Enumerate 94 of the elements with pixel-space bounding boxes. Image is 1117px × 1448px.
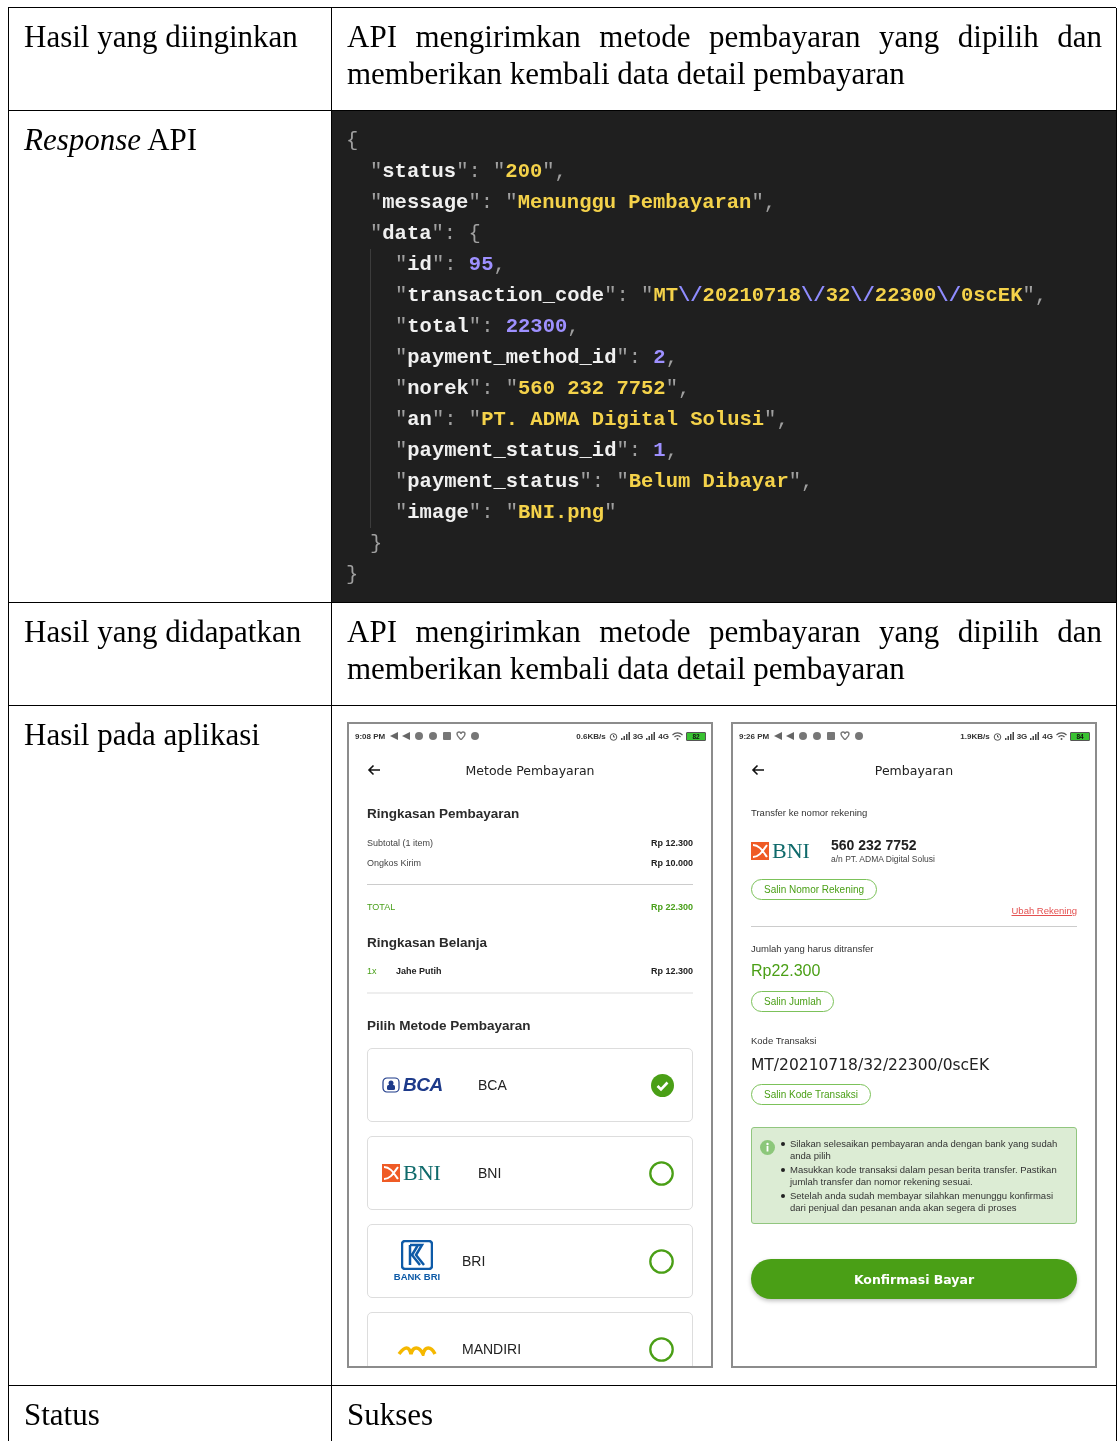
code-line: "payment_status_id": 1, <box>395 438 679 464</box>
network-label: 4G <box>658 731 669 741</box>
amount-value: Rp22.300 <box>751 961 822 981</box>
row-label: Hasil yang didapatkan <box>24 614 302 649</box>
payment-method-card[interactable]: BNI BNI <box>367 1136 693 1210</box>
code-line: "an": "PT. ADMA Digital Solusi", <box>395 407 790 433</box>
method-name: BRI <box>461 1252 487 1270</box>
code-line: } <box>346 562 360 588</box>
code-line: "norek": "560 232 7752", <box>395 376 692 402</box>
code-line: "data": { <box>370 221 482 247</box>
row-label: Response API <box>24 122 198 157</box>
bank-logo-text: BNI <box>772 838 810 864</box>
total-amount: Rp 22.300 <box>650 901 693 914</box>
signal-icon <box>620 732 630 740</box>
status-time: 9:26 PM <box>739 731 770 741</box>
row-text: Sukses <box>347 1396 435 1433</box>
status-time: 9:08 PM <box>355 731 386 741</box>
bank-emblem-icon <box>382 1077 400 1093</box>
account-name: a/n PT. ADMA Digital Solusi <box>831 854 935 865</box>
field-label: Jumlah yang harus ditransfer <box>751 942 875 956</box>
account-number: 560 232 7752 <box>831 837 918 855</box>
total-label: TOTAL <box>367 901 396 914</box>
item-price: Rp 12.300 <box>650 965 693 978</box>
summary-label: Subtotal (1 item) <box>367 837 434 850</box>
transaction-code: MT/20210718/32/22300/0scEK <box>751 1055 991 1076</box>
radio-button[interactable] <box>649 1248 674 1274</box>
payment-method-card[interactable]: MANDIRI <box>367 1312 693 1366</box>
code-line: "total": 22300, <box>395 314 581 340</box>
wifi-icon <box>1056 732 1067 740</box>
method-name: BCA <box>477 1076 508 1094</box>
payment-method-card[interactable]: BANK BRI BRI <box>367 1224 693 1298</box>
code-line: "payment_method_id": 2, <box>395 345 679 371</box>
signal-icon <box>1004 732 1014 740</box>
payment-method-card[interactable]: BCA BCA <box>367 1048 693 1122</box>
item-name: Jahe Putih <box>396 965 443 978</box>
network-speed: 0.6KB/s <box>576 731 606 741</box>
code-line: "status": "200", <box>370 159 568 185</box>
alarm-icon <box>992 731 1002 741</box>
bank-emblem-icon <box>382 1164 400 1182</box>
network-label: 3G <box>632 731 644 741</box>
bullet-icon <box>781 1194 785 1198</box>
code-line: "id": 95, <box>395 252 507 278</box>
section-title: Pilih Metode Pembayaran <box>367 1017 532 1035</box>
signal-icon <box>646 732 656 740</box>
radio-button[interactable] <box>649 1336 674 1362</box>
copy-amount-button[interactable]: Salin Jumlah <box>751 991 835 1012</box>
bank-emblem-icon <box>401 1240 433 1270</box>
bank-logo-text: BANK BRI <box>393 1271 441 1282</box>
row-text: API mengirimkan metode pembayaran yang dipilih dan memberikan kembali data detail pembayaran <box>347 18 1102 92</box>
network-label: 4G <box>1042 731 1053 741</box>
back-arrow-icon[interactable] <box>367 764 381 776</box>
confirm-payment-button[interactable]: Konfirmasi Bayar <box>751 1259 1077 1299</box>
bank-emblem-icon <box>751 842 769 860</box>
back-arrow-icon[interactable] <box>751 764 765 776</box>
bank-logo-text: BNI <box>403 1160 441 1186</box>
code-line: "payment_status": "Belum Dibayar", <box>395 469 815 495</box>
summary-amount: Rp 10.000 <box>650 857 693 870</box>
instruction-text: Masukkan kode transaksi dalam pesan berita transfer. Pastikan jumlah transfer dan nomor rekening sesuai. <box>790 1164 1058 1187</box>
info-icon <box>760 1140 775 1155</box>
screen-title: Pembayaran <box>873 762 955 778</box>
field-label: Kode Transaksi <box>751 1034 818 1048</box>
row-label: Status <box>24 1397 100 1432</box>
bullet-icon <box>781 1142 785 1146</box>
radio-button[interactable] <box>649 1160 674 1186</box>
network-speed: 1.9KB/s <box>960 731 990 741</box>
signal-icon <box>1030 732 1040 740</box>
code-line: "image": "BNI.png" <box>395 500 618 526</box>
bullet-icon <box>781 1168 785 1172</box>
field-label: Transfer ke nomor rekening <box>751 806 869 820</box>
copy-account-button[interactable]: Salin Nomor Rekening <box>751 879 878 900</box>
row-label: Hasil yang diinginkan <box>24 19 298 54</box>
summary-amount: Rp 12.300 <box>650 837 693 850</box>
network-label: 3G <box>1016 731 1028 741</box>
section-title: Ringkasan Pembayaran <box>367 805 521 823</box>
code-line: "message": "Menunggu Pembayaran", <box>370 190 777 216</box>
item-quantity: 1x <box>367 965 378 978</box>
row-label: Hasil pada aplikasi <box>24 717 260 752</box>
alarm-icon <box>608 731 618 741</box>
instruction-text: Silakan selesaikan pembayaran anda dengan bank yang sudah anda pilih <box>790 1138 1059 1161</box>
radio-button[interactable] <box>651 1073 674 1097</box>
code-line: "transaction_code": "MT\/20210718\/32\/22300\/0scEK", <box>395 283 1049 309</box>
code-line: { <box>346 128 360 154</box>
screen-title: Metode Pembayaran <box>464 762 596 778</box>
change-account-link[interactable]: Ubah Rekening <box>1011 902 1077 920</box>
method-name: MANDIRI <box>461 1340 523 1358</box>
summary-label: Ongkos Kirim <box>367 857 421 870</box>
instruction-text: Setelah anda sudah membayar silahkan menunggu konfirmasi dari penjual dan pesanan anda akan segera di proses <box>790 1190 1054 1213</box>
row-text: API mengirimkan metode pembayaran yang dipilih dan memberikan kembali data detail pembayaran <box>347 613 1102 687</box>
wifi-icon <box>672 732 683 740</box>
code-line: } <box>370 531 384 557</box>
copy-code-button[interactable]: Salin Kode Transaksi <box>751 1084 871 1105</box>
bank-logo-text: BCA <box>403 1074 443 1096</box>
section-title: Ringkasan Belanja <box>367 934 489 952</box>
method-name: BNI <box>477 1164 503 1182</box>
